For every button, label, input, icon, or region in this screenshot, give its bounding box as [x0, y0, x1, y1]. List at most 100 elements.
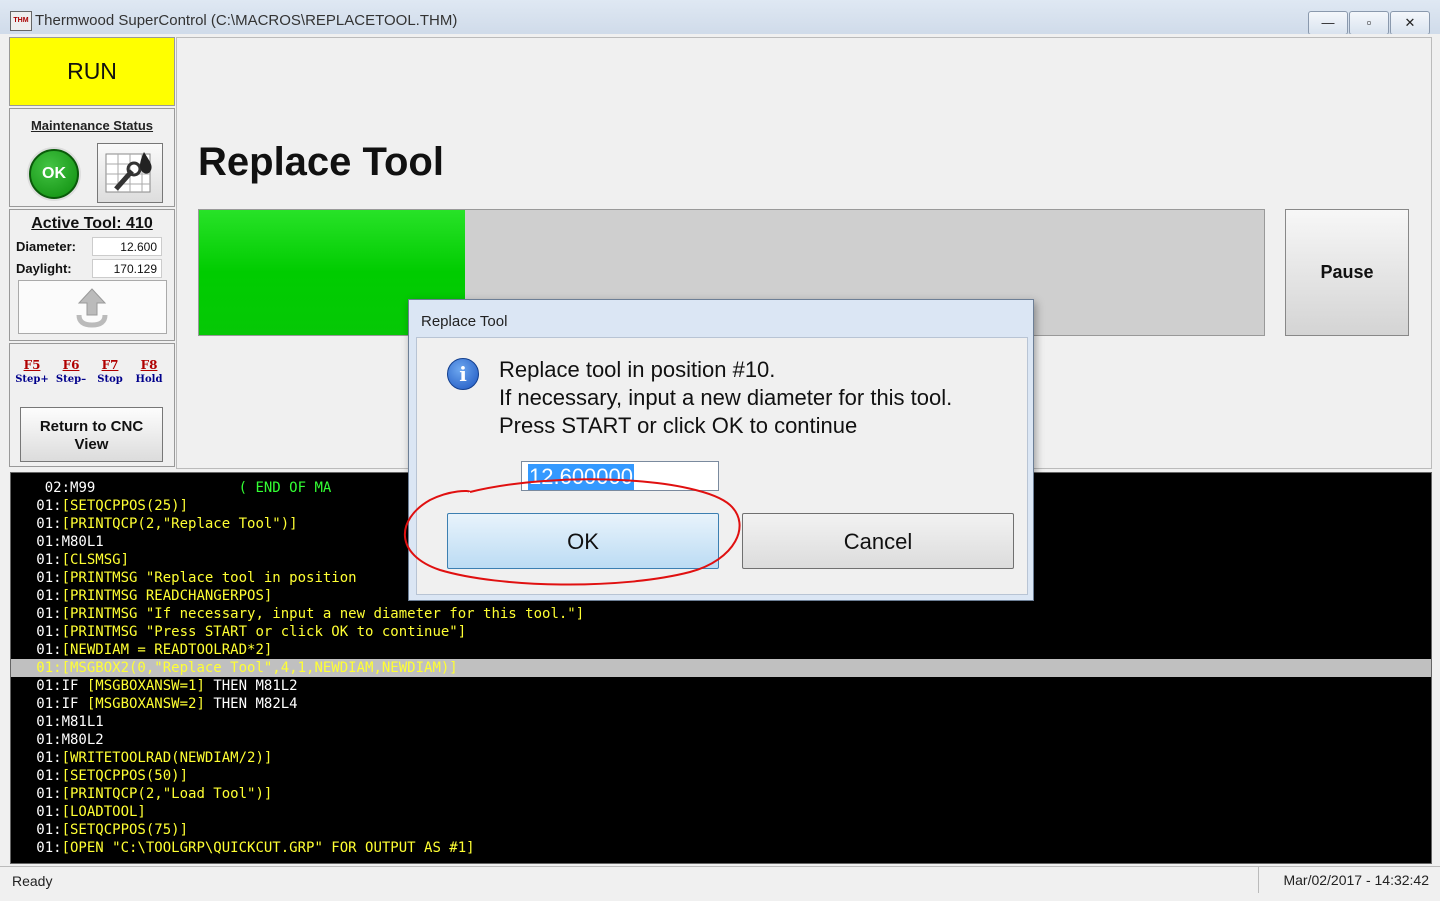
- code-line-text: [CLSMSG]: [61, 552, 130, 568]
- up-arrow-icon: [76, 288, 108, 328]
- maintenance-title: Maintenance Status: [30, 118, 154, 133]
- function-keys-panel: F5 Step+ F6 Step– F7 Stop F8 Hold Return…: [9, 343, 175, 467]
- fkey-desc: Hold: [135, 374, 163, 385]
- code-line-text: IF [MSGBOXANSW=2] THEN M82L4: [61, 696, 298, 712]
- run-status-indicator: RUN: [9, 37, 175, 106]
- daylight-value: 170.129: [92, 259, 162, 278]
- code-line[interactable]: 01:[NEWDIAM = READTOOLRAD*2]: [11, 641, 1431, 659]
- f8-hold-key[interactable]: F8 Hold: [130, 358, 168, 385]
- status-bar: Ready Mar/02/2017 - 14:32:42: [0, 866, 1440, 901]
- code-line[interactable]: 01:[WRITETOOLRAD(NEWDIAM/2)]: [11, 749, 1431, 767]
- app-logo-icon: THM: [10, 11, 32, 31]
- code-line-prefix: 01:: [11, 516, 62, 532]
- code-line-prefix: 01:: [11, 678, 62, 694]
- dialog-title: Replace Tool: [421, 313, 508, 330]
- fkey-desc: Step–: [55, 374, 87, 385]
- diameter-value: 12.600: [92, 237, 162, 256]
- code-line-prefix: 01:: [11, 642, 62, 658]
- code-line-prefix: 02:: [11, 480, 71, 496]
- dialog-message-line: Replace tool in position #10.: [499, 357, 776, 382]
- code-line-text: [PRINTMSG "If necessary, input a new dia…: [61, 606, 585, 622]
- page-title: Replace Tool: [198, 140, 444, 184]
- fkey-label: F6: [62, 358, 80, 372]
- dialog-message-line: If necessary, input a new diameter for t…: [499, 385, 953, 410]
- ok-button[interactable]: OK: [447, 513, 719, 569]
- code-line-text: [SETQCPPOS(50)]: [61, 768, 189, 784]
- code-line[interactable]: 01:M81L1: [11, 713, 1431, 731]
- code-line-prefix: 01:: [11, 714, 62, 730]
- code-line-text: [NEWDIAM = READTOOLRAD*2]: [61, 642, 273, 658]
- fkey-desc: Step+: [15, 374, 49, 385]
- close-button[interactable]: ✕: [1390, 11, 1430, 35]
- code-line[interactable]: 01:[SETQCPPOS(50)]: [11, 767, 1431, 785]
- code-line[interactable]: 01:[PRINTQCP(2,"Load Tool")]: [11, 785, 1431, 803]
- code-line-text: [PRINTMSG "Replace tool in position: [61, 570, 357, 586]
- code-line[interactable]: 01:IF [MSGBOXANSW=1] THEN M81L2: [11, 677, 1431, 695]
- f6-step-minus-key[interactable]: F6 Step–: [52, 358, 90, 385]
- code-line[interactable]: 01:[LOADTOOL]: [11, 803, 1431, 821]
- status-text: Ready: [12, 873, 53, 889]
- fkey-label: F5: [23, 358, 41, 372]
- code-line-prefix: 01:: [11, 570, 62, 586]
- code-line-prefix: 01:: [11, 534, 62, 550]
- fkey-desc: Stop: [97, 374, 123, 385]
- active-tool-title: Active Tool: 410: [31, 215, 153, 232]
- diameter-label: Diameter:: [16, 239, 76, 254]
- code-line[interactable]: 01:[OPEN "C:\TOOLGRP\QUICKCUT.GRP" FOR O…: [11, 839, 1431, 857]
- code-line[interactable]: 01:[MSGBOX2(0,"Replace Tool",4,1,NEWDIAM…: [11, 659, 1431, 677]
- code-line-prefix: 01:: [11, 696, 62, 712]
- code-line-prefix: 01:: [11, 786, 62, 802]
- code-line-text: [OPEN "C:\TOOLGRP\QUICKCUT.GRP" FOR OUTP…: [61, 840, 475, 856]
- code-line-prefix: 01:: [11, 840, 62, 856]
- code-line-text: [PRINTMSG "Press START or click OK to co…: [61, 624, 467, 640]
- maintenance-panel: Maintenance Status OK: [9, 108, 175, 207]
- info-icon: i: [447, 358, 479, 390]
- code-line-prefix: 01:: [11, 498, 62, 514]
- f5-step-plus-key[interactable]: F5 Step+: [13, 358, 51, 385]
- code-line-prefix: 01:: [11, 588, 62, 604]
- maintenance-tools-button[interactable]: [97, 143, 163, 203]
- code-line-text: [PRINTQCP(2,"Load Tool")]: [61, 786, 273, 802]
- code-line-prefix: 01:: [11, 624, 62, 640]
- code-line-prefix: 01:: [11, 822, 62, 838]
- code-line-prefix: 01:: [11, 732, 62, 748]
- code-line-text: [SETQCPPOS(25)]: [61, 498, 189, 514]
- fkey-label: F8: [140, 358, 158, 372]
- code-line[interactable]: 01:M80L2: [11, 731, 1431, 749]
- replace-tool-dialog: Replace Tool i Replace tool in position …: [408, 299, 1034, 601]
- code-line-prefix: 01:: [11, 768, 62, 784]
- code-line-text: M99 ( END OF MA: [70, 480, 332, 496]
- fkey-label: F7: [101, 358, 119, 372]
- code-line-text: [MSGBOX2(0,"Replace Tool",4,1,NEWDIAM,NE…: [61, 660, 458, 676]
- active-tool-panel: Active Tool: 410 Diameter: 12.600 Daylig…: [9, 209, 175, 341]
- cancel-button[interactable]: Cancel: [742, 513, 1014, 569]
- code-line-prefix: 01:: [11, 804, 62, 820]
- minimize-button[interactable]: —: [1308, 11, 1348, 35]
- code-line-text: [LOADTOOL]: [61, 804, 146, 820]
- dialog-message-line: Press START or click OK to continue: [499, 413, 858, 438]
- diameter-input-value: 12.600000: [528, 464, 634, 490]
- code-line-text: M80L1: [61, 534, 104, 550]
- code-line-prefix: 01:: [11, 660, 62, 676]
- code-line-text: M80L2: [61, 732, 104, 748]
- ok-status-icon[interactable]: OK: [29, 149, 79, 199]
- restore-button[interactable]: ▫: [1349, 11, 1389, 35]
- code-line[interactable]: 01:IF [MSGBOXANSW=2] THEN M82L4: [11, 695, 1431, 713]
- code-line-text: [WRITETOOLRAD(NEWDIAM/2)]: [61, 750, 273, 766]
- return-to-cnc-view-button[interactable]: Return to CNC View: [20, 407, 163, 462]
- pause-button[interactable]: Pause: [1285, 209, 1409, 336]
- daylight-label: Daylight:: [16, 261, 72, 276]
- window-title: Thermwood SuperControl (C:\MACROS\REPLAC…: [35, 12, 458, 29]
- f7-stop-key[interactable]: F7 Stop: [91, 358, 129, 385]
- code-line[interactable]: 01:[PRINTMSG "Press START or click OK to…: [11, 623, 1431, 641]
- code-line[interactable]: 01:[PRINTMSG "If necessary, input a new …: [11, 605, 1431, 623]
- code-line-prefix: 01:: [11, 750, 62, 766]
- status-datetime: Mar/02/2017 - 14:32:42: [1258, 867, 1429, 893]
- code-line-text: IF [MSGBOXANSW=1] THEN M81L2: [61, 678, 298, 694]
- tool-up-button[interactable]: [18, 280, 167, 334]
- code-line-prefix: 01:: [11, 606, 62, 622]
- code-line[interactable]: 01:[SETQCPPOS(75)]: [11, 821, 1431, 839]
- maintenance-tools-icon: [105, 152, 152, 193]
- code-line-text: [SETQCPPOS(75)]: [61, 822, 189, 838]
- diameter-input[interactable]: 12.600000: [521, 461, 719, 491]
